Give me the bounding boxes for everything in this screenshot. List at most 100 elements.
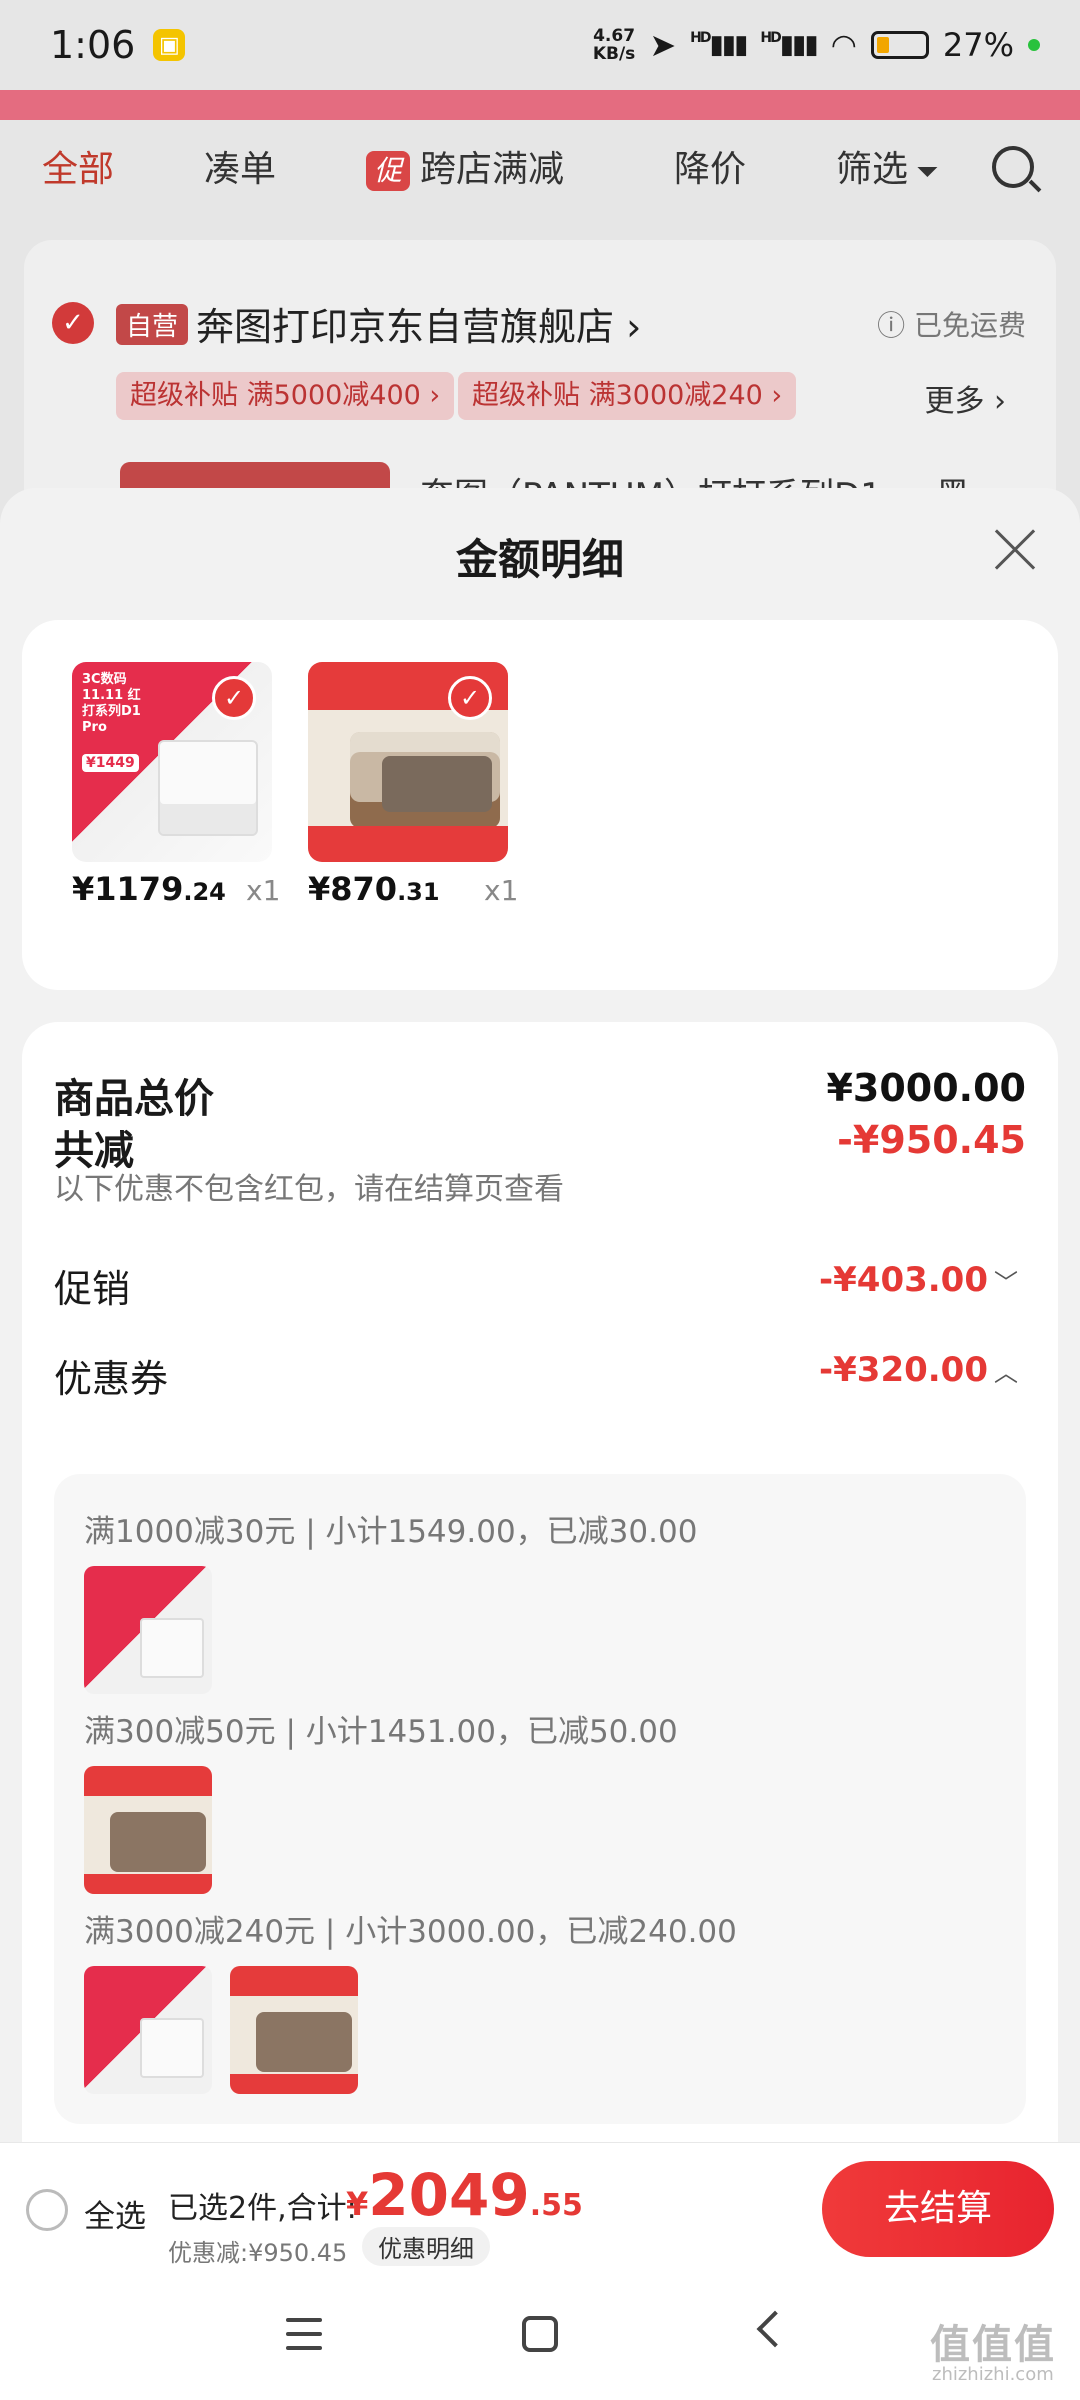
system-nav-bar (0, 2272, 1080, 2400)
coupon-row-toggle[interactable]: -¥320.00 ︿ (819, 1350, 1018, 1390)
notification-icon: ▣ (153, 29, 186, 61)
price-integer: ¥1179 (72, 870, 184, 908)
signal-icon-1: HD▮▮▮ (690, 30, 748, 60)
search-icon[interactable] (992, 146, 1034, 188)
thumb-banner (84, 1766, 212, 1796)
bed-image (110, 1812, 206, 1872)
selected-check-icon[interactable]: ✓ (212, 676, 256, 720)
promotion-row-toggle[interactable]: -¥403.00 ﹀ (819, 1260, 1018, 1300)
selected-summary: 已选2件,合计: (168, 2191, 357, 2226)
signal-icon-2: HD▮▮▮ (760, 30, 818, 60)
network-speed: 4.67 KB/s (593, 27, 635, 63)
item-qty-bed: x1 (484, 874, 519, 907)
watermark-logo: 值值值 (930, 2322, 1056, 2368)
battery-percent: 27% (942, 26, 1014, 64)
menu-icon[interactable] (286, 2318, 322, 2350)
total-integer: 2049 (368, 2161, 530, 2229)
goods-item-bed[interactable]: ✓ (308, 662, 508, 862)
printer-image (140, 2018, 204, 2078)
coupon-3-product-printer (84, 1966, 212, 2094)
price-integer: ¥870 (308, 870, 398, 908)
subsidy-tag-2[interactable]: 超级补贴 满3000减240 › (458, 372, 797, 420)
network-speed-unit: KB/s (592, 44, 636, 64)
coupon-rule-3: 满3000减240元 | 小计3000.00，已减240.00 (84, 1914, 737, 1950)
thumb-footer (84, 1874, 212, 1894)
amount-detail-sheet: 金额明细 3C数码 11.11 红打系列D1 Pro ¥1449 ✓ ¥1179… (0, 488, 1080, 2142)
self-run-tag: 自营 (116, 304, 189, 345)
coupon-rule-2: 满300减50元 | 小计1451.00，已减50.00 (84, 1714, 678, 1750)
price-decimal: .24 (183, 878, 226, 906)
tab-filter[interactable]: 筛选 ⏷ (836, 140, 938, 200)
promotion-value: -¥403.00 (819, 1260, 988, 1300)
coupon-2-product-bed (84, 1766, 212, 1894)
product-thumbnail-printer: 3C数码 11.11 红打系列D1 Pro ¥1449 ✓ (72, 662, 272, 862)
total-decimal: .55 (529, 2188, 583, 2223)
thumb-banner (230, 1966, 358, 1996)
checkout-button[interactable]: 去结算 (822, 2161, 1054, 2257)
thumb-price: ¥1449 (82, 754, 139, 772)
price-breakdown-card: 商品总价 ¥3000.00 共减 -¥950.45 以下优惠不包含红包，请在结算… (22, 1022, 1058, 2142)
battery-icon (870, 31, 929, 59)
price-decimal: .31 (397, 878, 440, 906)
thumb-caption: 3C数码 11.11 红打系列D1 Pro (82, 672, 141, 735)
discount-detail-button[interactable]: 优惠明细 (362, 2227, 490, 2266)
promotion-label: 促销 (54, 1267, 131, 1311)
item-price-bed: ¥870.31 (308, 870, 440, 908)
more-promos-link[interactable]: 更多 › (924, 376, 1006, 420)
free-shipping-info[interactable]: ⓘ 已免运费 (877, 304, 1026, 344)
tab-price-drop[interactable]: 降价 (674, 140, 746, 200)
back-icon[interactable] (756, 2310, 794, 2348)
tab-cross-store[interactable]: 促跨店满减 (366, 140, 564, 200)
tab-combine[interactable]: 凑单 (204, 140, 276, 200)
tab-cross-store-label: 跨店满减 (420, 149, 565, 190)
promo-badge: 促 (366, 151, 411, 191)
store-name-link[interactable]: 奔图打印京东自营旗舰店 › (196, 296, 641, 351)
select-all-radio[interactable] (26, 2189, 68, 2231)
home-icon[interactable] (522, 2316, 558, 2352)
watermark-url: zhizhizhi.com (932, 2364, 1054, 2385)
total-price-value: ¥3000.00 (826, 1066, 1026, 1110)
chevron-up-icon: ︿ (994, 1359, 1018, 1387)
coupon-detail-box: 满1000减30元 | 小计1549.00，已减30.00 满300减50元 |… (54, 1474, 1026, 2124)
status-bar: 1:06 ▣ 4.67 KB/s ➤ HD▮▮▮ HD▮▮▮ ◠ 27% (0, 0, 1080, 90)
checkout-total: ¥2049.55 (346, 2161, 583, 2229)
total-reduction-value: -¥950.45 (837, 1118, 1026, 1162)
coupon-rule-1: 满1000减30元 | 小计1549.00，已减30.00 (84, 1514, 698, 1550)
store-check-icon[interactable]: ✓ (52, 302, 94, 344)
status-time: 1:06 (50, 23, 136, 67)
product-thumbnail-bed: ✓ (308, 662, 508, 862)
select-all-label[interactable]: 全选 (84, 2191, 146, 2236)
blanket-image (382, 756, 492, 812)
checkout-bar: 全选 已选2件,合计: ¥2049.55 优惠减:¥950.45 优惠明细 去结… (0, 2142, 1080, 2272)
sheet-title: 金额明细 (455, 535, 624, 584)
top-banner-strip (0, 90, 1080, 120)
reduction-note: 以下优惠不包含红包，请在结算页查看 (54, 1172, 564, 1207)
status-icons: 4.67 KB/s ➤ HD▮▮▮ HD▮▮▮ ◠ 27% (593, 26, 1040, 64)
discount-summary: 优惠减:¥950.45 (168, 2239, 348, 2267)
thumb-footer (308, 826, 508, 862)
subsidy-tag-1[interactable]: 超级补贴 满5000减400 › (116, 372, 455, 420)
total-currency: ¥ (346, 2185, 369, 2223)
tab-filter-label: 筛选 (836, 149, 909, 190)
coupon-label: 优惠券 (54, 1357, 169, 1401)
location-icon: ➤ (649, 26, 677, 64)
thumb-footer (230, 2074, 358, 2094)
coupon-value: -¥320.00 (819, 1350, 988, 1390)
network-speed-value: 4.67 (593, 26, 636, 46)
battery-status-dot (1028, 39, 1040, 51)
chevron-down-icon: ﹀ (994, 1269, 1018, 1297)
printer-image (158, 740, 258, 836)
filter-icon: ⏷ (916, 155, 939, 188)
printer-image (140, 1618, 204, 1678)
close-icon[interactable] (992, 528, 1036, 572)
total-price-label: 商品总价 (54, 1076, 214, 1122)
goods-item-printer[interactable]: 3C数码 11.11 红打系列D1 Pro ¥1449 ✓ (72, 662, 272, 862)
selected-goods-card: 3C数码 11.11 红打系列D1 Pro ¥1449 ✓ ¥1179.24 x… (22, 620, 1058, 990)
bed-image (256, 2012, 352, 2072)
item-price-printer: ¥1179.24 (72, 870, 226, 908)
coupon-3-product-bed (230, 1966, 358, 2094)
wifi-icon: ◠ (830, 27, 857, 63)
selected-check-icon[interactable]: ✓ (448, 676, 492, 720)
tab-all[interactable]: 全部 (42, 140, 114, 200)
coupon-1-product-printer (84, 1566, 212, 1694)
